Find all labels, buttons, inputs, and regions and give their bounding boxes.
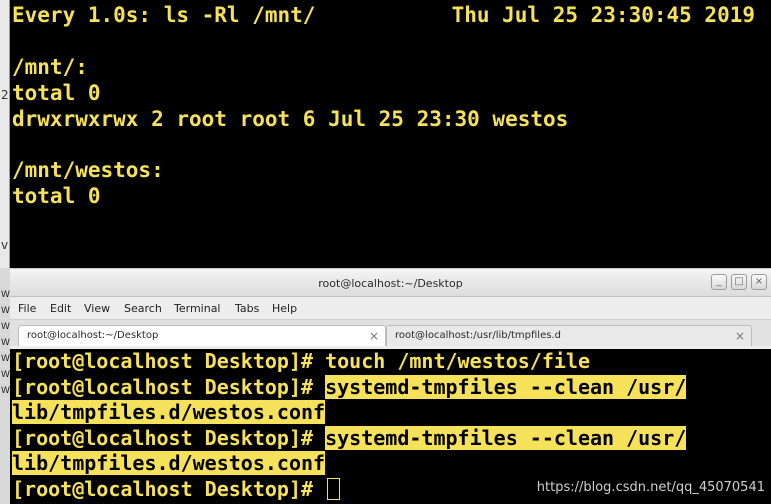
tab-bar: root@localhost:~/Desktop × root@localhos… [10,319,771,346]
tab-desktop[interactable]: root@localhost:~/Desktop × [18,325,386,346]
terminal-line: [root@localhost Desktop]# systemd-tmpfil… [12,374,687,401]
watch-terminal[interactable]: 2 v Every 1.0s: ls -Rl /mnt/ Thu Jul 25 … [0,0,771,268]
strip-glyph: W [1,322,10,332]
watermark: https://blog.csdn.net/qq_45070541 [536,480,765,495]
close-tab-icon[interactable]: × [369,329,379,343]
menu-search[interactable]: Search [124,302,162,315]
window-title: root@localhost:~/Desktop [318,277,463,290]
menu-tabs[interactable]: Tabs [235,302,259,315]
close-button[interactable]: × [751,274,767,290]
terminal-line: [root@localhost Desktop]# [12,477,341,503]
prompt: [root@localhost Desktop]# [12,425,326,450]
command-selected: systemd-tmpfiles --clean /usr/ [325,374,687,399]
terminal-line: lib/tmpfiles.d/westos.conf [12,451,326,477]
terminal-line: [root@localhost Desktop]# systemd-tmpfil… [12,425,687,452]
strip-glyph: W [1,354,10,364]
watch-output-line: drwxrwxrwx 2 root root 6 Jul 25 23:30 we… [12,107,569,131]
menu-terminal[interactable]: Terminal [174,302,221,315]
watch-output-line: total 0 [12,81,101,105]
tab-label: root@localhost:/usr/lib/tmpfiles.d [395,330,561,341]
menu-help[interactable]: Help [272,302,297,315]
command: touch /mnt/westos/file [325,349,590,373]
background-window-strip: W W W W W W W [0,268,10,504]
terminal-line: [root@localhost Desktop]# touch /mnt/wes… [12,349,590,375]
minimize-button[interactable]: _ [711,274,727,290]
menu-file[interactable]: File [18,302,36,315]
terminal-line: lib/tmpfiles.d/westos.conf [12,400,326,426]
strip-glyph: W [1,338,10,348]
watch-header-command: Every 1.0s: ls -Rl /mnt/ [12,3,316,27]
strip-glyph: W [1,386,10,396]
command-selected: systemd-tmpfiles --clean /usr/ [325,425,687,450]
prompt: [root@localhost Desktop]# [12,349,326,373]
command-selected: lib/tmpfiles.d/westos.conf [12,400,326,425]
strip-glyph: W [1,370,10,380]
watch-output-line: total 0 [12,184,101,208]
strip-glyph: W [1,290,10,300]
tab-label: root@localhost:~/Desktop [27,330,159,341]
watch-output-line: /mnt/westos: [12,158,164,182]
menu-edit[interactable]: Edit [50,302,71,315]
text-cursor [327,478,341,500]
menu-view[interactable]: View [84,302,110,315]
watch-output-line: /mnt/: [12,55,88,79]
edge-glyph: v [1,238,9,252]
terminal-window: root@localhost:~/Desktop _ □ × File Edit… [10,268,771,504]
close-tab-icon[interactable]: × [735,329,745,343]
maximize-button[interactable]: □ [731,274,747,290]
prompt: [root@localhost Desktop]# [12,477,326,501]
strip-glyph: W [1,306,10,316]
terminal-output[interactable]: [root@localhost Desktop]# touch /mnt/wes… [10,349,771,504]
watch-header-timestamp: Thu Jul 25 23:30:45 2019 [451,3,755,27]
command-selected: lib/tmpfiles.d/westos.conf [12,451,326,476]
edge-glyph: 2 [1,88,9,102]
background-window-edge: 2 v [0,0,10,268]
prompt: [root@localhost Desktop]# [12,374,326,399]
window-titlebar[interactable]: root@localhost:~/Desktop _ □ × [10,269,771,297]
menu-bar: File Edit View Search Terminal Tabs Help [10,297,771,319]
tab-tmpfiles[interactable]: root@localhost:/usr/lib/tmpfiles.d × [386,325,752,346]
